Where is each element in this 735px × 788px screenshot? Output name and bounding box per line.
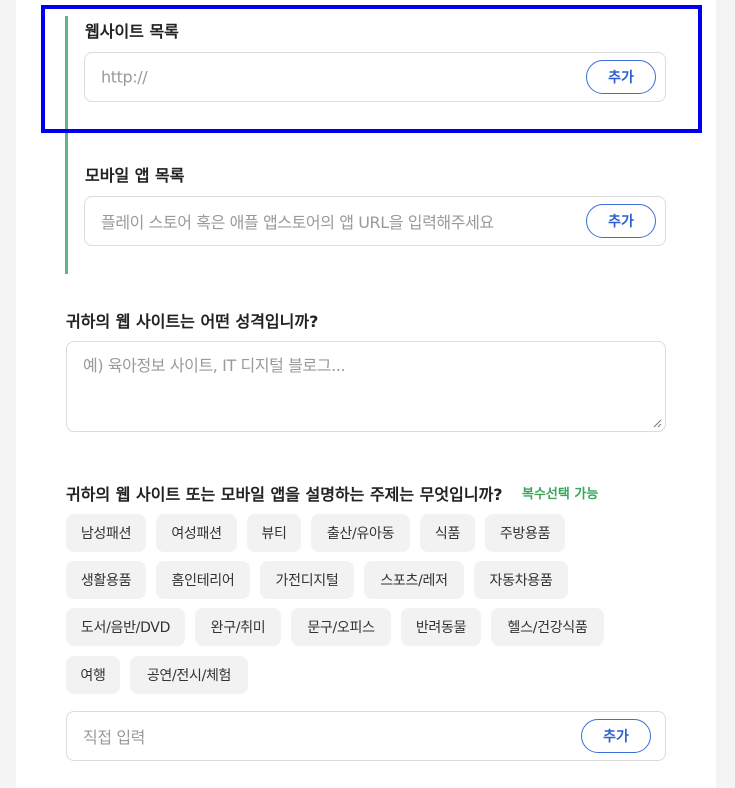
topic-chip[interactable]: 주방용품 (485, 514, 565, 552)
custom-topic-input[interactable]: 직접 입력 (66, 711, 666, 761)
topics-question: 귀하의 웹 사이트 또는 모바일 앱을 설명하는 주제는 무엇입니까? (66, 485, 503, 504)
topic-chip[interactable]: 홈인테리어 (156, 561, 250, 599)
add-mobile-app-button[interactable]: 추가 (586, 204, 656, 238)
topic-chip[interactable]: 완구/취미 (195, 608, 281, 646)
add-custom-topic-button[interactable]: 추가 (581, 719, 651, 753)
topic-chip[interactable]: 자동차용품 (474, 561, 568, 599)
topic-chip[interactable]: 도서/음반/DVD (66, 608, 185, 646)
topic-chip[interactable]: 생활용품 (66, 561, 146, 599)
topic-chip[interactable]: 식품 (420, 514, 475, 552)
site-nature-textarea[interactable]: 예) 육아정보 사이트, IT 디지털 블로그... (66, 341, 666, 432)
topic-chip[interactable]: 여성패션 (156, 514, 237, 552)
topic-chip[interactable]: 헬스/건강식품 (491, 608, 604, 646)
topic-chip[interactable]: 가전디지털 (260, 561, 354, 599)
topic-chip[interactable]: 여행 (66, 656, 120, 694)
topic-chip[interactable]: 반려동물 (401, 608, 481, 646)
mobile-app-url-placeholder: 플레이 스토어 혹은 애플 앱스토어의 앱 URL을 입력해주세요 (101, 213, 494, 232)
topic-chip[interactable]: 스포츠/레저 (364, 561, 464, 599)
topic-chip[interactable]: 출산/유아동 (311, 514, 410, 552)
resize-grip-icon[interactable] (653, 419, 662, 428)
topic-chip[interactable]: 남성패션 (66, 514, 146, 552)
topic-chip[interactable]: 문구/오피스 (291, 608, 391, 646)
custom-topic-placeholder: 직접 입력 (83, 728, 145, 747)
topic-chip[interactable]: 공연/전시/체험 (130, 656, 248, 694)
mobile-app-list-label: 모바일 앱 목록 (85, 166, 185, 185)
highlight-box (41, 5, 702, 133)
site-nature-question: 귀하의 웹 사이트는 어떤 성격입니까? (66, 312, 319, 331)
mobile-app-url-input[interactable]: 플레이 스토어 혹은 애플 앱스토어의 앱 URL을 입력해주세요 (84, 196, 666, 246)
site-nature-placeholder: 예) 육아정보 사이트, IT 디지털 블로그... (83, 356, 346, 375)
multi-select-note: 복수선택 가능 (522, 487, 599, 502)
topic-chip[interactable]: 뷰티 (247, 514, 301, 552)
